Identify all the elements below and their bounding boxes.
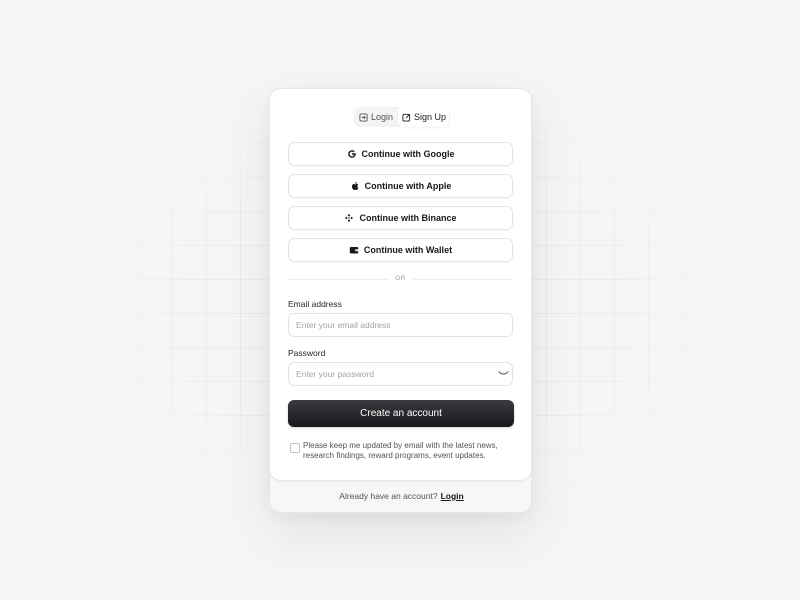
google-icon xyxy=(347,149,357,159)
email-label: Email address xyxy=(288,299,342,309)
continue-google-button[interactable]: Continue with Google xyxy=(288,142,513,166)
continue-google-label: Continue with Google xyxy=(361,149,455,159)
tab-login-label: Login xyxy=(371,112,394,122)
auth-tabs: Login Sign Up xyxy=(354,107,450,127)
or-divider: OR xyxy=(288,274,513,284)
continue-wallet-button[interactable]: Continue with Wallet xyxy=(288,238,513,262)
continue-binance-label: Continue with Binance xyxy=(359,213,457,223)
login-link[interactable]: Login xyxy=(441,491,464,501)
login-prompt-text: Already have an account? xyxy=(339,491,438,501)
continue-wallet-label: Continue with Wallet xyxy=(363,245,453,255)
password-label: Password xyxy=(288,348,326,358)
tab-signup-label: Sign Up xyxy=(414,112,447,122)
auth-card-container: Login Sign Up Continue with Google Conti… xyxy=(269,88,532,513)
wallet-icon xyxy=(349,245,359,255)
login-icon xyxy=(359,112,368,122)
signup-card: Login Sign Up Continue with Google Conti… xyxy=(270,89,531,481)
email-field[interactable] xyxy=(288,313,513,337)
create-account-button[interactable]: Create an account xyxy=(288,400,514,427)
tab-login[interactable]: Login xyxy=(355,107,397,127)
apple-icon xyxy=(350,181,360,191)
login-prompt: Already have an account? Login xyxy=(270,491,531,501)
eye-closed-icon[interactable] xyxy=(498,369,509,377)
newsletter-checkbox[interactable] xyxy=(290,443,300,453)
tab-signup[interactable]: Sign Up xyxy=(398,107,449,127)
password-field[interactable] xyxy=(288,362,513,386)
edit-icon xyxy=(402,113,411,122)
continue-binance-button[interactable]: Continue with Binance xyxy=(288,206,513,230)
binance-icon xyxy=(344,213,354,223)
continue-apple-label: Continue with Apple xyxy=(364,181,452,191)
newsletter-consent-text: Please keep me updated by email with the… xyxy=(303,441,498,460)
continue-apple-button[interactable]: Continue with Apple xyxy=(288,174,513,198)
